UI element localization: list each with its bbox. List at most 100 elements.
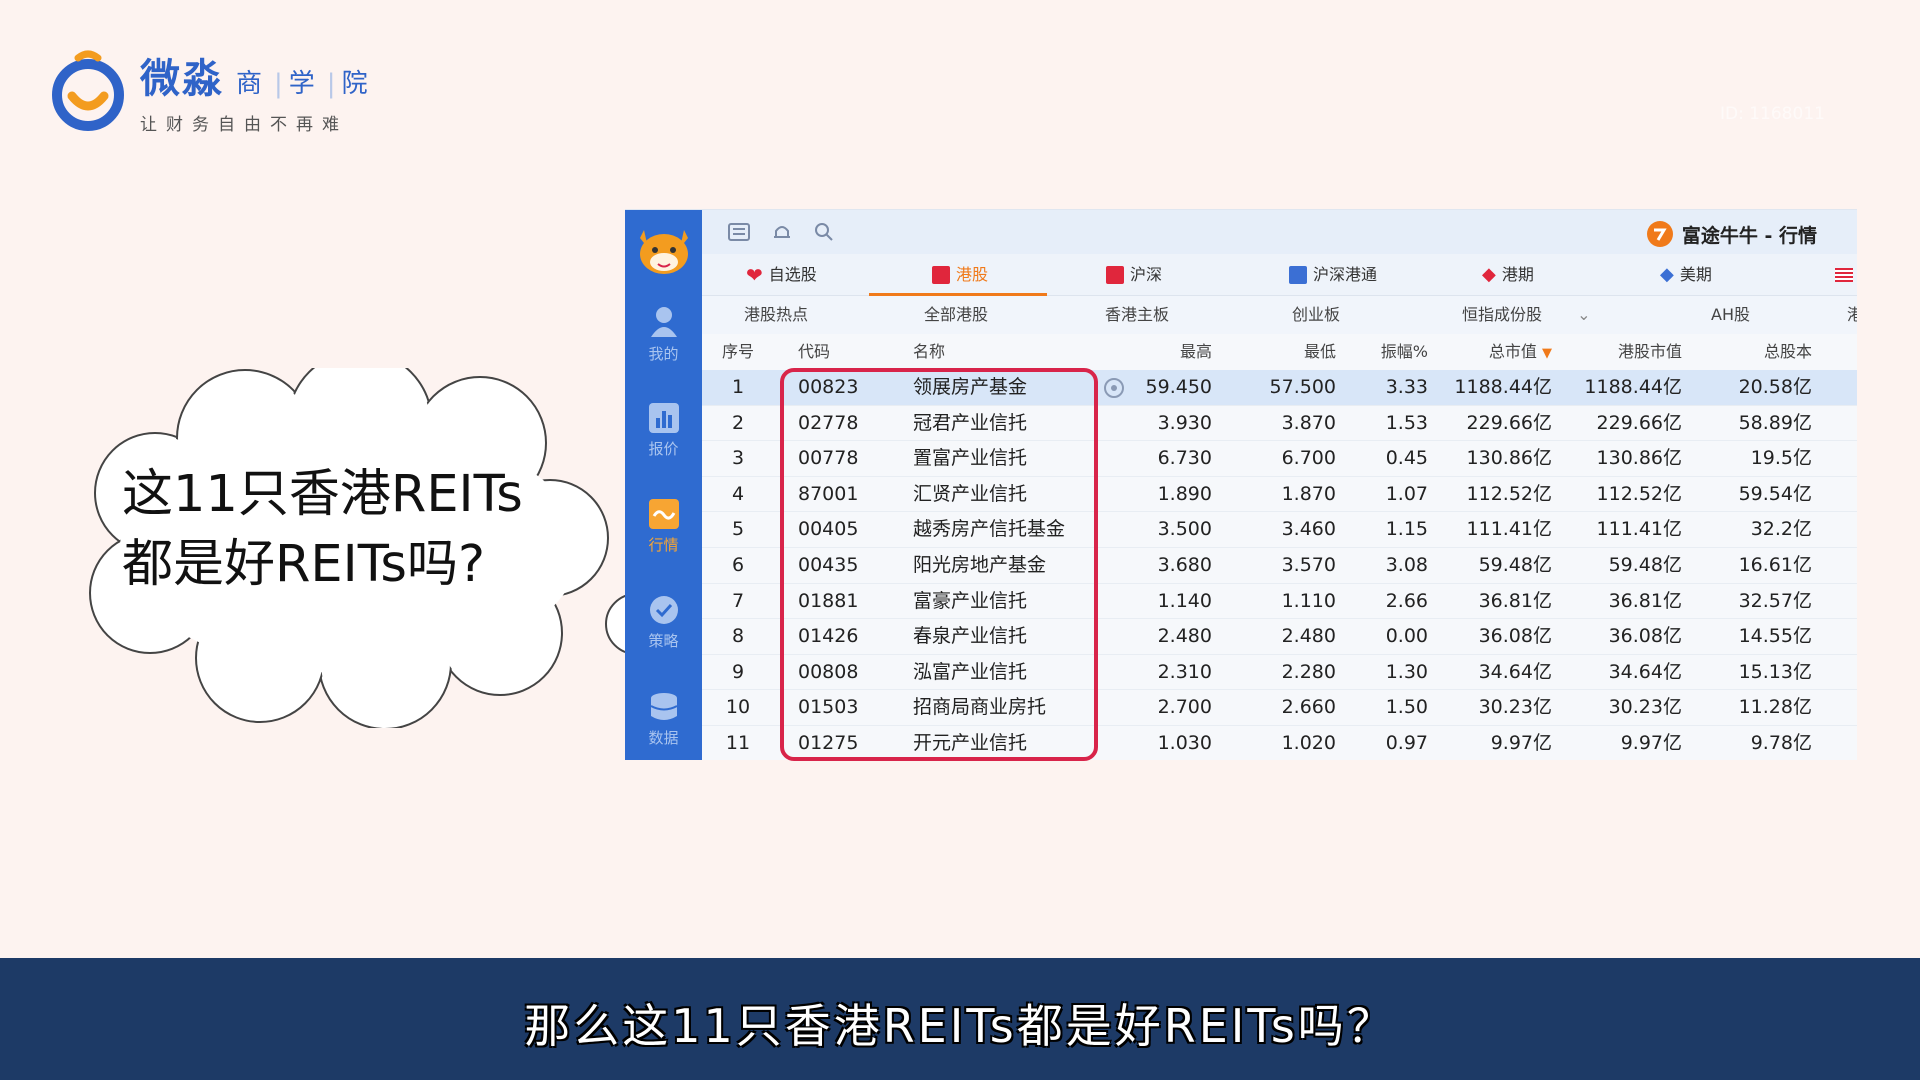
subtab-more[interactable]: 港 <box>1847 296 1857 334</box>
cell-amp: 1.53 <box>1385 411 1428 434</box>
brand-sub-2: 学 <box>288 69 321 99</box>
cell-no: 1 <box>731 376 745 398</box>
col-amplitude[interactable]: 振幅% <box>1332 334 1428 370</box>
cell-amp: 1.15 <box>1385 518 1428 541</box>
subtab-gem[interactable]: 创业板 <box>1292 296 1340 334</box>
tab-watchlist[interactable]: ❤ 自选股 <box>746 254 817 296</box>
cell-no: 7 <box>731 589 745 612</box>
cell-low: 2.480 <box>1281 625 1336 648</box>
cell-mcap: 111.41亿 <box>1466 518 1552 541</box>
sidebar-item-mine[interactable]: 我的 <box>625 305 702 364</box>
app-title-text: 富途牛牛 - 行情 <box>1681 224 1817 247</box>
chevron-down-icon: ⌄ <box>1577 305 1591 324</box>
cell-no: 9 <box>731 660 745 683</box>
bell-icon[interactable] <box>772 222 792 242</box>
table-header: 序号 代码 名称 最高 最低 振幅% 总市值 ▼ 港股市值 总股本 <box>702 334 1857 370</box>
cloud-line-1: 这11只香港REITs <box>122 465 523 524</box>
sidebar-label-data: 数据 <box>648 729 679 747</box>
cell-hkcap: 34.64亿 <box>1608 660 1682 683</box>
app-title: 富途牛牛 - 行情 <box>1646 220 1817 248</box>
highlight-box <box>780 368 1098 761</box>
cell-amp: 3.33 <box>1385 376 1428 398</box>
cell-mcap: 1188.44亿 <box>1454 376 1552 398</box>
sidebar-item-quote[interactable]: 报价 <box>625 402 702 459</box>
sidebar-item-market[interactable]: 行情 <box>625 498 702 555</box>
col-total-shares[interactable]: 总股本 <box>1692 334 1812 370</box>
hk-flag-icon <box>932 266 950 284</box>
futures-icon: ◆ <box>1482 264 1496 285</box>
tab-us[interactable]: 美 <box>1835 254 1857 296</box>
cell-amp: 2.66 <box>1385 589 1428 612</box>
cell-low: 2.660 <box>1281 696 1336 719</box>
subtab-hsi-constituents[interactable]: 恒指成份股 ⌄ <box>1462 296 1591 334</box>
cell-no: 5 <box>731 518 745 541</box>
brand-sub-3: 院 <box>341 69 374 99</box>
strategy-icon <box>649 596 678 624</box>
tab-hk-futures[interactable]: ◆ 港期 <box>1482 254 1534 296</box>
brand-slogan: 让财务自由不再难 <box>140 115 348 135</box>
cell-no: 8 <box>731 625 745 648</box>
sidebar-label-market: 行情 <box>648 536 679 554</box>
cell-low: 1.110 <box>1281 589 1336 612</box>
cell-hkcap: 30.23亿 <box>1608 696 1682 719</box>
sidebar-item-data[interactable]: 数据 <box>625 691 702 748</box>
cell-hkcap: 36.08亿 <box>1608 625 1682 648</box>
tab-shanghai-shenzhen[interactable]: 沪深 <box>1106 254 1162 296</box>
cell-low: 57.500 <box>1269 376 1336 398</box>
col-hk-market-cap[interactable]: 港股市值 <box>1562 334 1682 370</box>
person-icon <box>650 307 677 337</box>
subtab-main-board[interactable]: 香港主板 <box>1105 296 1169 334</box>
subtab-ah[interactable]: AH股 <box>1711 296 1750 334</box>
cell-mcap: 34.64亿 <box>1478 660 1552 683</box>
cell-hkcap: 36.81亿 <box>1608 589 1682 612</box>
tab-us-futures[interactable]: ◆ 美期 <box>1660 254 1712 296</box>
tab-stock-connect[interactable]: 沪深港通 <box>1289 254 1377 296</box>
cell-mcap: 130.86亿 <box>1466 447 1552 470</box>
heart-icon: ❤ <box>746 263 763 287</box>
cell-amp: 1.07 <box>1385 482 1428 505</box>
bar-chart-icon <box>648 403 679 433</box>
niuniu-avatar-icon[interactable] <box>634 222 694 278</box>
brand-logo-group: 微淼 商 | 学 | 院 让财务自由不再难 <box>50 46 374 135</box>
sub-tabs: 港股热点 全部港股 香港主板 创业板 恒指成份股 ⌄ AH股 港 <box>702 296 1857 334</box>
col-low[interactable]: 最低 <box>1162 334 1336 370</box>
subtab-hot[interactable]: 港股热点 <box>744 296 808 334</box>
cell-no: 2 <box>731 411 745 434</box>
cell-low: 3.570 <box>1281 553 1336 576</box>
subtitle-text: 那么这11只香港REITs都是好REITs吗？ <box>524 999 1396 1053</box>
cell-hkcap: 59.48亿 <box>1608 553 1682 576</box>
cloud-line-2: 都是好REITs吗? <box>122 535 486 594</box>
col-no[interactable]: 序号 <box>716 334 760 370</box>
cell-shares: 32.2亿 <box>1750 518 1812 541</box>
us-futures-icon: ◆ <box>1660 264 1674 285</box>
cell-shares: 19.5亿 <box>1750 447 1812 470</box>
cell-shares: 20.58亿 <box>1738 376 1812 398</box>
cell-low: 6.700 <box>1281 447 1336 470</box>
list-icon[interactable] <box>728 222 750 242</box>
col-market-cap[interactable]: 总市值 ▼ <box>1442 334 1552 372</box>
cell-amp: 1.50 <box>1385 696 1428 719</box>
brand-name: 微淼 <box>140 56 224 102</box>
cell-low: 1.020 <box>1281 731 1336 754</box>
cell-hkcap: 229.66亿 <box>1596 411 1682 434</box>
left-sidebar: 我的 报价 行情 策略 数据 <box>625 210 702 760</box>
cell-mcap: 229.66亿 <box>1466 411 1552 434</box>
watch-eye-icon[interactable] <box>1104 378 1124 398</box>
database-icon <box>650 693 677 720</box>
cell-no: 3 <box>731 447 745 470</box>
tab-hk-stocks[interactable]: 港股 <box>932 254 988 296</box>
cell-amp: 0.45 <box>1385 447 1428 470</box>
col-name[interactable]: 名称 <box>913 334 945 370</box>
cell-mcap: 9.97亿 <box>1490 731 1552 754</box>
cell-shares: 14.55亿 <box>1738 625 1812 648</box>
cell-low: 2.280 <box>1281 660 1336 683</box>
cell-shares: 32.57亿 <box>1738 589 1812 612</box>
col-code[interactable]: 代码 <box>798 334 830 370</box>
cell-low: 1.870 <box>1281 482 1336 505</box>
cell-shares: 9.78亿 <box>1750 731 1812 754</box>
search-icon[interactable] <box>814 222 834 242</box>
subtab-all[interactable]: 全部港股 <box>924 296 988 334</box>
cell-amp: 0.97 <box>1385 731 1428 754</box>
sidebar-item-strategy[interactable]: 策略 <box>625 594 702 651</box>
cell-mcap: 36.08亿 <box>1478 625 1552 648</box>
